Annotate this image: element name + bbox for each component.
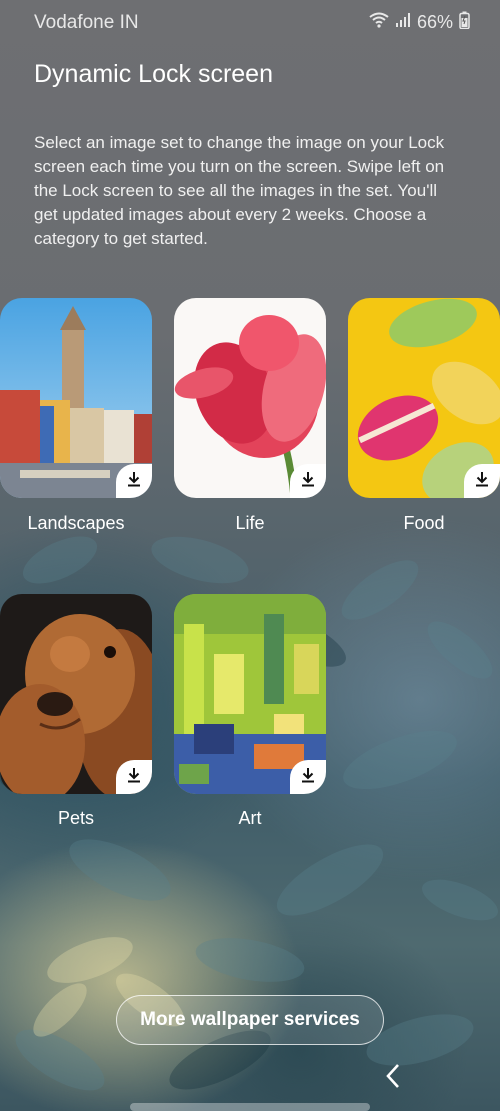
status-icons: 66% <box>369 11 470 34</box>
category-label-landscapes: Landscapes <box>27 513 125 533</box>
wifi-icon <box>369 12 389 33</box>
category-tile-landscapes[interactable] <box>0 298 152 498</box>
download-button[interactable] <box>290 760 326 794</box>
category-tile-life[interactable] <box>174 298 326 498</box>
download-icon <box>126 767 142 788</box>
status-bar: Vodafone IN 66% <box>0 0 500 46</box>
category-tile-pets[interactable] <box>0 594 152 794</box>
download-icon <box>474 471 490 492</box>
back-button[interactable] <box>378 1060 408 1096</box>
download-button[interactable] <box>464 464 500 498</box>
page-description: Select an image set to change the image … <box>34 133 445 248</box>
category-label-art: Art <box>238 808 262 828</box>
carrier-name: Vodafone IN <box>34 12 139 33</box>
category-tile-art[interactable] <box>174 594 326 794</box>
category-label-food: Food <box>403 513 445 533</box>
more-wallpaper-services-button[interactable]: More wallpaper services <box>116 995 384 1045</box>
battery-icon <box>459 11 470 34</box>
download-button[interactable] <box>116 760 152 794</box>
category-tile-food[interactable] <box>348 298 500 498</box>
chevron-left-icon <box>384 1063 402 1094</box>
signal-icon <box>395 12 411 33</box>
download-button[interactable] <box>116 464 152 498</box>
category-label-pets: Pets <box>57 808 95 828</box>
category-label-life: Life <box>235 513 265 533</box>
page-title: Dynamic Lock screen <box>34 60 273 88</box>
download-icon <box>300 471 316 492</box>
download-button[interactable] <box>290 464 326 498</box>
navigation-handle[interactable] <box>130 1103 370 1111</box>
download-icon <box>126 471 142 492</box>
download-icon <box>300 767 316 788</box>
battery-percent: 66% <box>416 12 453 32</box>
